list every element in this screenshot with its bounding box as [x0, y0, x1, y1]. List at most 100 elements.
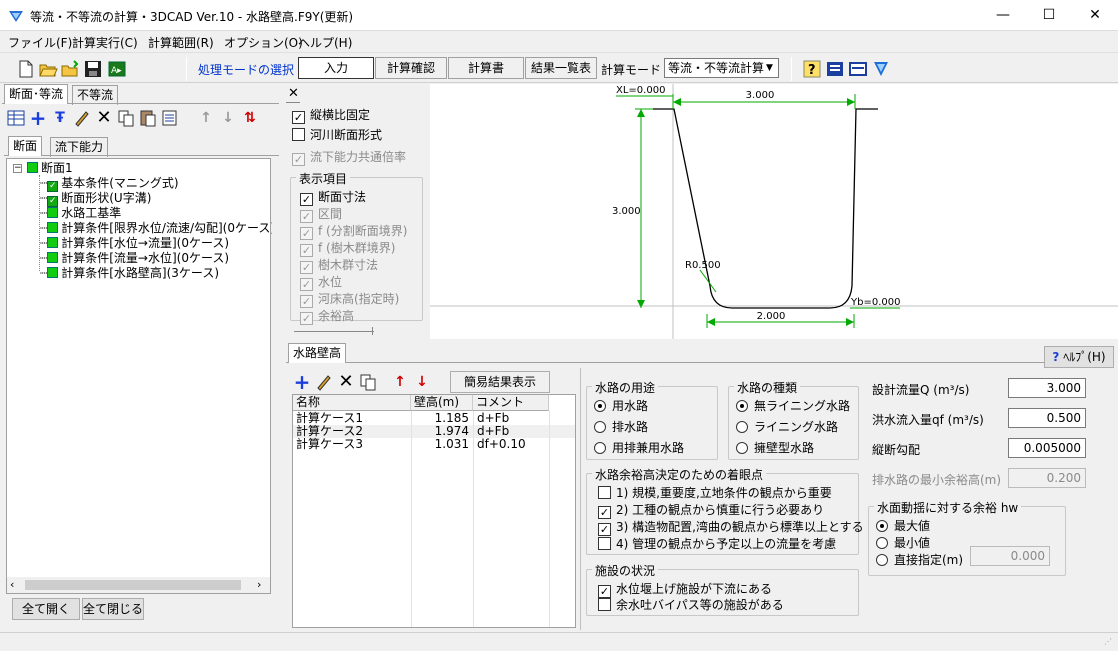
freeboard-item-checkbox[interactable]: 4) 管理の観点から予定以上の流量を考慮	[598, 535, 836, 552]
water-drop-icon[interactable]	[871, 59, 891, 79]
paste-icon[interactable]	[138, 108, 158, 128]
save-icon[interactable]	[83, 59, 103, 79]
display-item-checkbox[interactable]: ✓ 区間	[300, 205, 342, 223]
table-icon[interactable]	[6, 108, 26, 128]
menu-calc-range[interactable]: 計算範囲(R)	[148, 34, 214, 51]
close-button[interactable]: ✕	[1072, 0, 1118, 31]
tab-section[interactable]: 断面	[8, 136, 43, 156]
input-mode-button[interactable]: 入力	[298, 57, 374, 79]
radio-icon	[594, 421, 606, 433]
column-comment-header[interactable]: コメント	[473, 395, 549, 411]
menu-options[interactable]: オプション(O)	[224, 34, 303, 51]
facility-item-checkbox[interactable]: 余水吐バイパス等の施設がある	[598, 596, 784, 613]
field-value-input[interactable]: 0.500	[1008, 408, 1086, 428]
freeboard-item-checkbox[interactable]: ✓ 2) 工種の観点から慎重に行う必要あり	[598, 501, 824, 519]
edit-case-icon[interactable]	[314, 372, 334, 392]
table-row[interactable]: 計算ケース3 1.031 df+0.10	[293, 438, 575, 451]
calc-report-button[interactable]: 計算書	[448, 57, 524, 79]
calc-check-button[interactable]: 計算確認	[375, 57, 447, 79]
move-down-icon[interactable]: ↓	[218, 108, 238, 128]
delete-icon[interactable]: ✕	[94, 108, 114, 128]
menu-file[interactable]: ファイル(F)	[8, 34, 72, 51]
help-icon[interactable]: ?	[802, 59, 822, 79]
calc-mode-label: 計算モード	[601, 63, 662, 77]
result-list-button[interactable]: 結果一覧表	[525, 57, 597, 79]
display-item-checkbox[interactable]: ✓ 水位	[300, 273, 342, 291]
wave-option-radio[interactable]: 直接指定(m)	[876, 551, 963, 568]
expand-all-button[interactable]: 全て開く	[12, 598, 80, 620]
wave-option-radio[interactable]: 最小値	[876, 534, 930, 551]
new-file-icon[interactable]	[16, 59, 36, 79]
kind-option-radio[interactable]: ライニング水路	[736, 418, 838, 435]
tree-item[interactable]: ┈ 計算条件[水位→流量](0ケース)	[40, 236, 229, 251]
tree-item[interactable]: ┈ 計算条件[水路壁高](3ケース)	[40, 266, 219, 281]
move-up-icon[interactable]: ↑	[196, 108, 216, 128]
kind-option-radio[interactable]: 擁壁型水路	[736, 439, 814, 456]
paste-special-icon[interactable]	[160, 108, 180, 128]
usage-option-radio[interactable]: 排水路	[594, 418, 648, 435]
scroll-thumb[interactable]	[25, 580, 241, 590]
wave-direct-value[interactable]: 0.000	[970, 546, 1050, 566]
tree-item[interactable]: ┈ 計算条件[限界水位/流速/勾配](0ケース)	[40, 221, 272, 236]
help-button[interactable]: ? ﾍﾙﾌﾟ(H)	[1044, 346, 1114, 368]
maximize-button[interactable]: ☐	[1026, 0, 1072, 31]
insert-icon[interactable]: Ŧ	[50, 108, 70, 128]
tab-nonuniform[interactable]: 不等流	[72, 85, 119, 105]
field-value-input[interactable]: 0.005000	[1008, 438, 1086, 458]
scroll-left-icon[interactable]: ‹	[10, 578, 14, 591]
minimize-button[interactable]: —	[980, 0, 1026, 31]
calc-mode-select[interactable]: 等流・不等流計算 ▼	[664, 58, 779, 78]
usage-option-radio[interactable]: 用水路	[594, 397, 648, 414]
display-item-checkbox[interactable]: ✓ f (樹木群境界)	[300, 239, 395, 257]
move-case-up-icon[interactable]: ↑	[390, 372, 410, 392]
resize-grip-icon[interactable]: ⋰	[1104, 637, 1114, 647]
swap-icon[interactable]: ⇅	[240, 108, 260, 128]
wave-option-radio[interactable]: 最大値	[876, 517, 930, 534]
river-section-checkbox[interactable]: 河川断面形式	[292, 126, 382, 143]
tree-item[interactable]: ┈ 水路工基準	[40, 206, 121, 221]
column-wall-height-header[interactable]: 壁高(m)	[411, 395, 473, 411]
copy-case-icon[interactable]	[358, 372, 378, 392]
tree-item[interactable]: ┈ ✓ 基本条件(マニング式)	[40, 176, 179, 192]
tab-section-uniform[interactable]: 断面･等流	[4, 84, 69, 104]
scroll-right-icon[interactable]: ›	[257, 578, 261, 591]
simple-result-button[interactable]: 簡易結果表示	[450, 371, 550, 393]
flow-ratio-checkbox[interactable]: ✓ 流下能力共通倍率	[292, 148, 406, 166]
collapse-all-button[interactable]: 全て閉じる	[82, 598, 144, 620]
horizontal-scrollbar[interactable]: ‹ ›	[7, 577, 270, 593]
open-folder-icon[interactable]	[38, 59, 58, 79]
close-options-icon[interactable]: ✕	[288, 86, 299, 101]
move-case-down-icon[interactable]: ↓	[412, 372, 432, 392]
display-item-checkbox[interactable]: ✓ 余裕高	[300, 307, 354, 325]
display-item-checkbox[interactable]: ✓ f (分割断面境界)	[300, 222, 407, 240]
freeboard-item-checkbox[interactable]: ✓ 3) 構造物配置,湾曲の観点から標準以上とする	[598, 518, 864, 536]
freeboard-item-checkbox[interactable]: 1) 規模,重要度,立地条件の観点から重要	[598, 484, 832, 501]
tree-item[interactable]: ┈ 計算条件[流量→水位](0ケース)	[40, 251, 229, 266]
keep-aspect-checkbox[interactable]: ✓ 縦横比固定	[292, 106, 370, 124]
kind-option-radio[interactable]: 無ライニング水路	[736, 397, 850, 414]
menu-help[interactable]: ヘルプ(H)	[298, 34, 352, 51]
tab-wall-height[interactable]: 水路壁高	[288, 343, 347, 363]
usage-option-radio[interactable]: 用排兼用水路	[594, 439, 684, 456]
copy-icon[interactable]	[116, 108, 136, 128]
collapse-toggle-icon[interactable]: −	[13, 164, 22, 173]
export-icon[interactable]: A▸	[107, 59, 127, 79]
tab-flow-capacity[interactable]: 流下能力	[50, 137, 109, 157]
edit-pencil-icon[interactable]	[72, 108, 92, 128]
display-item-checkbox[interactable]: ✓ 断面寸法	[300, 188, 366, 206]
menu-calc-run[interactable]: 計算実行(C)	[72, 34, 138, 51]
tree-root[interactable]: 断面1	[27, 161, 73, 176]
column-name-header[interactable]: 名称	[293, 395, 411, 411]
display-item-checkbox[interactable]: ✓ 樹木群寸法	[300, 256, 378, 274]
display-item-label: f (分割断面境界)	[318, 224, 408, 238]
field-value-input[interactable]: 3.000	[1008, 378, 1086, 398]
manual-icon[interactable]	[825, 59, 845, 79]
delete-case-icon[interactable]: ✕	[336, 372, 356, 392]
field-value-input[interactable]: 0.200	[1008, 468, 1086, 488]
add-case-icon[interactable]: +	[292, 372, 312, 392]
add-icon[interactable]: +	[28, 108, 48, 128]
tree-item[interactable]: ┈ ✓ 断面形状(U字溝)	[40, 191, 151, 207]
window-icon[interactable]	[848, 59, 868, 79]
open-recent-icon[interactable]	[60, 59, 80, 79]
display-item-checkbox[interactable]: ✓ 河床高(指定時)	[300, 290, 399, 308]
